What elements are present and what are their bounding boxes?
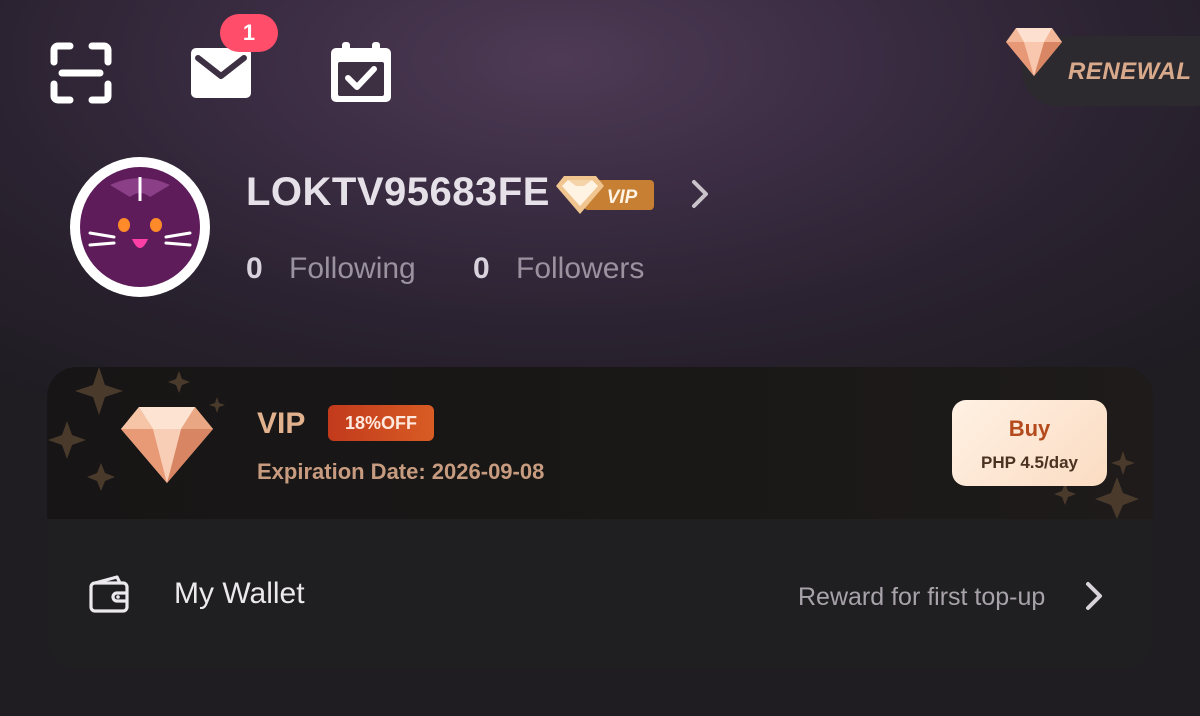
renewal-label[interactable]: RENEWAL <box>1068 58 1192 86</box>
wallet-label[interactable]: My Wallet <box>174 577 305 611</box>
discount-badge: 18%OFF <box>328 405 434 441</box>
first-topup-reward[interactable]: Reward for first top-up <box>798 583 1045 612</box>
vip-title: VIP <box>257 407 306 440</box>
diamond-icon <box>121 407 213 483</box>
unread-badge: 1 <box>220 14 278 52</box>
chevron-right-icon[interactable] <box>686 176 714 212</box>
expiration-date: Expiration Date: 2026-09-08 <box>257 459 545 484</box>
followers-label[interactable]: Followers <box>516 252 644 286</box>
vip-tag: VIP <box>556 176 654 214</box>
buy-label[interactable]: Buy <box>952 416 1107 442</box>
wallet-icon <box>89 575 129 613</box>
diamond-icon <box>1006 28 1062 76</box>
calendar-check-icon[interactable] <box>328 40 394 106</box>
following-label[interactable]: Following <box>289 252 416 286</box>
vip-banner[interactable]: VIP 18%OFF Expiration Date: 2026-09-08 B… <box>47 367 1153 519</box>
followers-count[interactable]: 0 <box>473 252 490 286</box>
following-count[interactable]: 0 <box>246 252 263 286</box>
avatar[interactable] <box>70 157 210 297</box>
membership-card: VIP 18%OFF Expiration Date: 2026-09-08 B… <box>47 367 1153 669</box>
vip-tag-label: VIP <box>607 187 638 208</box>
wallet-row[interactable]: My Wallet Reward for first top-up <box>47 519 1153 669</box>
buy-price[interactable]: PHP 4.5/day <box>952 453 1107 473</box>
scan-icon[interactable] <box>48 40 114 106</box>
chevron-right-icon[interactable] <box>1083 579 1105 613</box>
buy-button[interactable]: Buy PHP 4.5/day <box>952 400 1107 486</box>
username[interactable]: LOKTV95683FE <box>246 170 550 215</box>
